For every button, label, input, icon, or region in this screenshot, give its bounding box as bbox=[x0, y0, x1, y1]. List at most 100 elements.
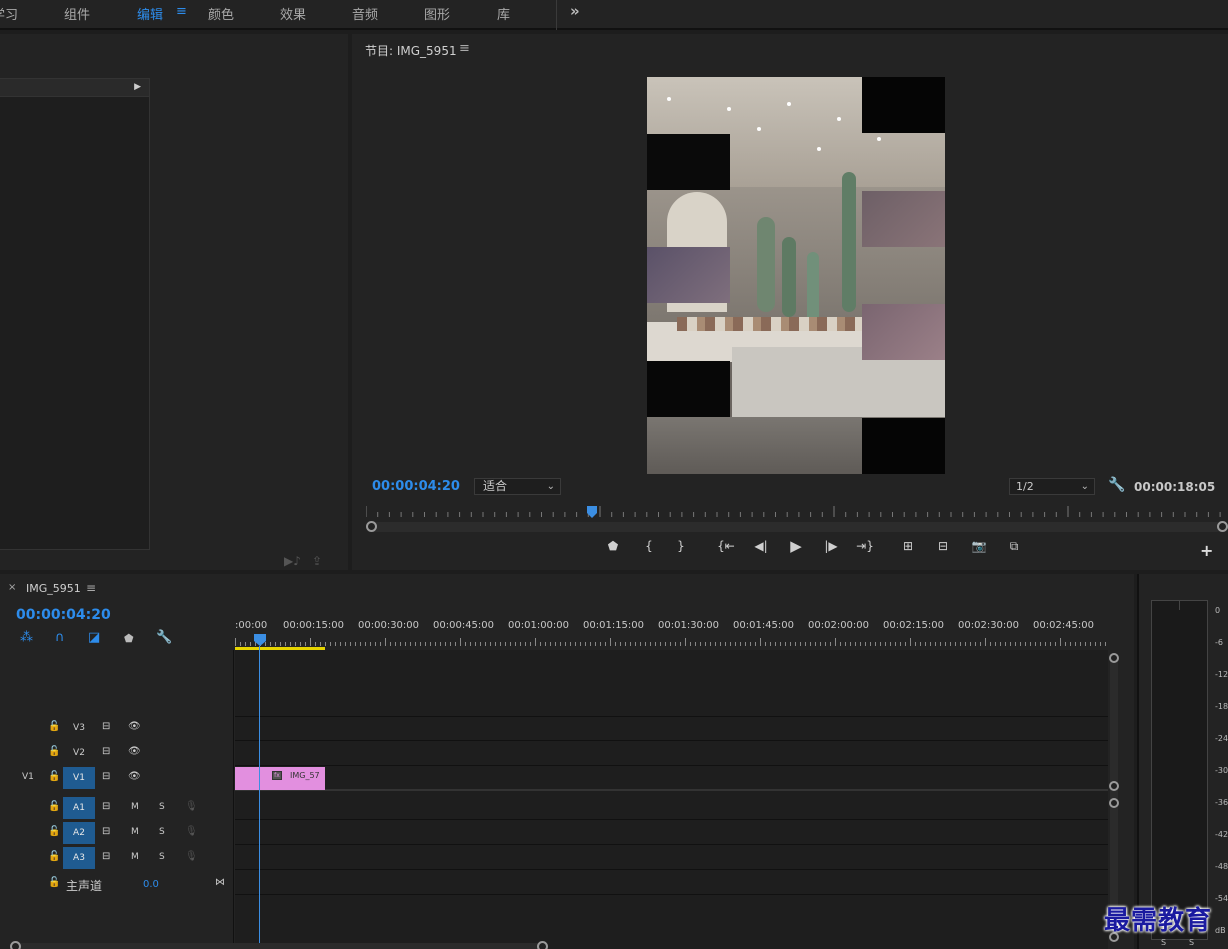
solo-button[interactable]: S bbox=[159, 827, 165, 837]
step-forward-icon[interactable]: |▶ bbox=[819, 539, 843, 553]
tab-editing[interactable]: 编辑 bbox=[137, 4, 163, 23]
timeline-timecode[interactable]: 00:00:04:20 bbox=[16, 607, 111, 623]
video-clip[interactable]: fx IMG_57 bbox=[235, 767, 325, 790]
program-zoom-scrollbar[interactable] bbox=[366, 521, 1228, 532]
lock-icon[interactable]: 🔓 bbox=[48, 801, 60, 812]
timeline-horizontal-scrollbar[interactable] bbox=[10, 941, 548, 949]
tab-audio[interactable]: 音频 bbox=[352, 4, 378, 23]
program-timecode[interactable]: 00:00:04:20 bbox=[372, 479, 460, 494]
tab-effects[interactable]: 效果 bbox=[280, 4, 306, 23]
track-lane-a1[interactable] bbox=[235, 796, 1108, 820]
eye-icon[interactable]: 👁 bbox=[128, 771, 141, 782]
track-lane-master[interactable] bbox=[235, 871, 1108, 895]
lock-icon[interactable]: 🔓 bbox=[48, 851, 60, 862]
microphone-icon[interactable]: 🎙 bbox=[185, 826, 198, 837]
wrench-icon[interactable]: 🔧 bbox=[1108, 477, 1125, 493]
lock-icon[interactable]: 🔓 bbox=[48, 746, 60, 757]
play-icon[interactable]: ▶ bbox=[784, 537, 808, 555]
lift-icon[interactable]: ⊞ bbox=[896, 539, 920, 553]
timeline-menu-icon[interactable]: ≡ bbox=[86, 581, 96, 595]
timeline-settings-wrench-icon[interactable]: 🔧 bbox=[156, 630, 172, 645]
track-area[interactable]: fx IMG_57 bbox=[235, 650, 1108, 949]
extract-icon[interactable]: ⊟ bbox=[931, 539, 955, 553]
track-lane-v3[interactable] bbox=[235, 717, 1108, 741]
lock-icon[interactable]: 🔓 bbox=[48, 771, 60, 782]
comparison-view-icon[interactable]: ⧉ bbox=[1002, 539, 1026, 554]
timeline-playhead[interactable] bbox=[254, 634, 266, 646]
solo-left-button[interactable]: S bbox=[1161, 938, 1166, 947]
microphone-icon[interactable]: 🎙 bbox=[185, 851, 198, 862]
track-lane-v1[interactable] bbox=[235, 767, 1108, 791]
bowtie-icon[interactable]: ⋈ bbox=[215, 877, 225, 888]
sync-lock-icon[interactable]: ⊟ bbox=[102, 801, 110, 812]
eye-icon[interactable]: 👁 bbox=[128, 746, 141, 757]
nest-toggle-icon[interactable]: ⁂ bbox=[20, 630, 33, 645]
play-arrow-icon[interactable]: ▶ bbox=[134, 82, 141, 92]
resolution-dropdown[interactable]: 1/2 ⌄ bbox=[1009, 478, 1095, 495]
solo-button[interactable]: S bbox=[159, 802, 165, 812]
mute-button[interactable]: M bbox=[131, 852, 139, 862]
scroll-end-handle[interactable] bbox=[537, 941, 548, 949]
master-volume-value[interactable]: 0.0 bbox=[143, 879, 159, 890]
go-to-out-icon[interactable]: ⇥} bbox=[853, 539, 877, 553]
microphone-icon[interactable]: 🎙 bbox=[185, 801, 198, 812]
snap-magnet-icon[interactable]: ∩ bbox=[55, 630, 65, 645]
more-workspaces-icon[interactable]: » bbox=[570, 2, 580, 20]
sync-lock-icon[interactable]: ⊟ bbox=[102, 746, 110, 757]
scroll-end-handle[interactable] bbox=[1217, 521, 1228, 532]
lock-icon[interactable]: 🔓 bbox=[48, 721, 60, 732]
tab-learn[interactable]: 学习 bbox=[0, 4, 18, 23]
program-monitor-title: 节目: IMG_5951 bbox=[365, 44, 457, 58]
program-playhead[interactable] bbox=[586, 506, 597, 518]
add-marker-icon[interactable]: ⬟ bbox=[124, 632, 134, 645]
tab-graphics[interactable]: 图形 bbox=[424, 4, 450, 23]
fit-dropdown[interactable]: 适合 ⌄ bbox=[474, 478, 561, 495]
scroll-handle-audio-top[interactable] bbox=[1109, 798, 1119, 808]
mute-button[interactable]: M bbox=[131, 827, 139, 837]
track-lane-a2[interactable] bbox=[235, 821, 1108, 845]
track-target-a3[interactable]: A3 bbox=[63, 847, 95, 869]
scroll-handle-top[interactable] bbox=[1109, 653, 1119, 663]
program-menu-icon[interactable]: ≡ bbox=[459, 41, 470, 56]
solo-right-button[interactable]: S bbox=[1189, 938, 1194, 947]
sync-lock-icon[interactable]: ⊟ bbox=[102, 721, 110, 732]
export-icon[interactable]: ⇪ bbox=[312, 554, 322, 568]
sequence-tab[interactable]: IMG_5951 bbox=[26, 582, 81, 595]
camera-icon[interactable]: 📷 bbox=[967, 539, 991, 553]
timeline-ruler[interactable]: :00:00 00:00:15:00 00:00:30:00 00:00:45:… bbox=[235, 618, 1108, 650]
lock-icon[interactable]: 🔓 bbox=[48, 826, 60, 837]
step-back-icon[interactable]: ◀| bbox=[749, 539, 773, 553]
track-target-a2[interactable]: A2 bbox=[63, 822, 95, 844]
track-lane-a3[interactable] bbox=[235, 846, 1108, 870]
tab-color[interactable]: 颜色 bbox=[208, 4, 234, 23]
mark-in-icon[interactable]: { bbox=[637, 539, 661, 553]
tab-editing-menu-icon[interactable]: ≡ bbox=[176, 4, 187, 19]
button-editor-add-icon[interactable]: + bbox=[1200, 541, 1213, 560]
scroll-handle-video-bottom[interactable] bbox=[1109, 781, 1119, 791]
eye-icon[interactable]: 👁 bbox=[128, 721, 141, 732]
track-target-a1[interactable]: A1 bbox=[63, 797, 95, 819]
sync-lock-icon[interactable]: ⊟ bbox=[102, 851, 110, 862]
track-target-v1[interactable]: V1 bbox=[63, 767, 95, 789]
linked-selection-icon[interactable]: ◪ bbox=[88, 630, 100, 645]
insert-icon[interactable]: ▶♪ bbox=[284, 554, 301, 568]
mark-out-icon[interactable]: } bbox=[669, 539, 693, 553]
sync-lock-icon[interactable]: ⊟ bbox=[102, 826, 110, 837]
close-icon[interactable]: × bbox=[8, 582, 16, 593]
track-target-v3[interactable]: V3 bbox=[63, 717, 95, 739]
tab-assembly[interactable]: 组件 bbox=[64, 4, 90, 23]
lock-icon[interactable]: 🔓 bbox=[48, 877, 60, 888]
timeline-playhead-line[interactable] bbox=[259, 646, 260, 946]
solo-button[interactable]: S bbox=[159, 852, 165, 862]
scroll-start-handle[interactable] bbox=[10, 941, 21, 949]
scroll-start-handle[interactable] bbox=[366, 521, 377, 532]
track-lane-v2[interactable] bbox=[235, 742, 1108, 766]
add-marker-icon[interactable]: ⬟ bbox=[601, 539, 625, 553]
program-ruler[interactable] bbox=[366, 506, 1222, 518]
sync-lock-icon[interactable]: ⊟ bbox=[102, 771, 110, 782]
track-target-v2[interactable]: V2 bbox=[63, 742, 95, 764]
tab-libraries[interactable]: 库 bbox=[497, 4, 510, 23]
source-patch-v1[interactable]: V1 bbox=[22, 772, 34, 782]
mute-button[interactable]: M bbox=[131, 802, 139, 812]
go-to-in-icon[interactable]: {⇤ bbox=[714, 539, 738, 553]
